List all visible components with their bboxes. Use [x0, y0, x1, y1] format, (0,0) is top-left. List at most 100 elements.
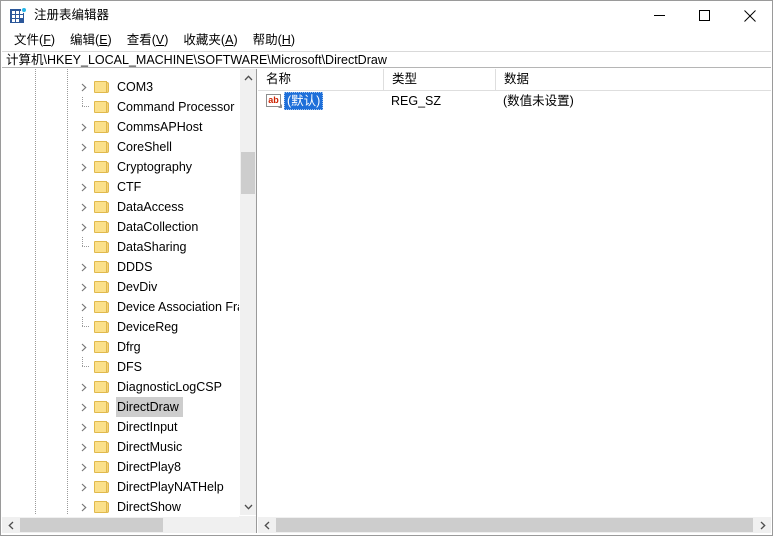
- menu-help-label: 帮助: [252, 33, 278, 47]
- tree-item-content: DirectPlayNATHelp: [74, 477, 228, 497]
- tree-item-cryptography[interactable]: Cryptography: [2, 157, 239, 177]
- tree-item-label: CoreShell: [117, 140, 172, 154]
- tree-item-label: DiagnosticLogCSP: [117, 380, 222, 394]
- folder-icon: [94, 140, 110, 154]
- tree-item-content: COM3: [74, 77, 157, 97]
- values-horizontal-scrollbar[interactable]: [258, 516, 771, 533]
- values-column-header: 名称 类型 数据: [258, 69, 771, 91]
- tree-item-content: CTF: [74, 177, 145, 197]
- tree-item-dataaccess[interactable]: DataAccess: [2, 197, 239, 217]
- menu-file-accel: F: [43, 33, 51, 47]
- tree-item-content: DirectInput: [74, 417, 181, 437]
- tree-vertical-scrollbar[interactable]: [239, 69, 256, 515]
- folder-icon: [94, 80, 110, 94]
- column-header-type[interactable]: 类型: [384, 69, 496, 90]
- menu-view[interactable]: 查看(V): [120, 31, 177, 49]
- tree-item-directplaynathelp[interactable]: DirectPlayNATHelp: [2, 477, 239, 497]
- folder-icon: [94, 440, 110, 454]
- value-name[interactable]: (默认): [284, 92, 324, 110]
- tree-item-directinput[interactable]: DirectInput: [2, 417, 239, 437]
- menu-edit[interactable]: 编辑(E): [63, 31, 120, 49]
- scroll-down-icon[interactable]: [240, 498, 256, 515]
- scroll-up-icon[interactable]: [240, 69, 256, 86]
- tree-item-label: CommsAPHost: [117, 120, 203, 134]
- tree-item-label: DirectShow: [117, 500, 181, 514]
- tree-item-content: Command Processor: [74, 97, 238, 117]
- menu-favorites-accel: A: [225, 33, 234, 47]
- menu-favorites-label: 收藏夹: [183, 33, 221, 47]
- menu-view-label: 查看: [126, 33, 152, 47]
- maximize-button[interactable]: [682, 1, 727, 30]
- folder-icon: [94, 120, 110, 134]
- menu-view-accel: V: [155, 33, 165, 47]
- tree-item-datasharing[interactable]: DataSharing: [2, 237, 239, 257]
- folder-icon: [94, 180, 110, 194]
- tree-item-content: CoreShell: [74, 137, 176, 157]
- folder-icon: [94, 240, 110, 254]
- tree-item-ddds[interactable]: DDDS: [2, 257, 239, 277]
- tree-item-ctf[interactable]: CTF: [2, 177, 239, 197]
- values-hscroll-thumb[interactable]: [276, 518, 753, 532]
- menu-favorites[interactable]: 收藏夹(A): [176, 31, 245, 49]
- tree-item-devdiv[interactable]: DevDiv: [2, 277, 239, 297]
- folder-icon: [94, 340, 110, 354]
- scroll-left-icon[interactable]: [2, 517, 19, 533]
- registry-values-pane: 名称 类型 数据 ab (默认) REG_SZ (数值未设置): [258, 69, 771, 533]
- tree-item-datacollection[interactable]: DataCollection: [2, 217, 239, 237]
- tree-item-label: DirectPlay8: [117, 460, 181, 474]
- minimize-button[interactable]: [637, 1, 682, 30]
- tree-item-label: DataAccess: [117, 200, 184, 214]
- column-header-name[interactable]: 名称: [258, 69, 384, 90]
- tree-item-commsaphost[interactable]: CommsAPHost: [2, 117, 239, 137]
- tree-item-label: DevDiv: [117, 280, 158, 294]
- tree-item-directshow[interactable]: DirectShow: [2, 497, 239, 515]
- tree-item-content: DirectMusic: [74, 437, 186, 457]
- tree-item-label: DirectPlayNATHelp: [117, 480, 224, 494]
- tree-item-content: Dfrg: [74, 337, 145, 357]
- scroll-right-icon[interactable]: [754, 517, 771, 533]
- menu-file[interactable]: 文件(F): [7, 31, 63, 49]
- tree-item-devicereg[interactable]: DeviceReg: [2, 317, 239, 337]
- tree-hscroll-thumb[interactable]: [20, 518, 163, 532]
- tree-item-content: CommsAPHost: [74, 117, 206, 137]
- close-button[interactable]: [727, 1, 772, 30]
- title-bar: 注册表编辑器: [1, 1, 772, 30]
- tree-item-label: DFS: [117, 360, 142, 374]
- address-bar[interactable]: 计算机\HKEY_LOCAL_MACHINE\SOFTWARE\Microsof…: [2, 51, 771, 68]
- tree-item-dfrg[interactable]: Dfrg: [2, 337, 239, 357]
- tree-scroll-corner: [239, 516, 256, 533]
- folder-icon: [94, 380, 110, 394]
- tree-horizontal-scrollbar[interactable]: [2, 516, 256, 533]
- tree-item-content: DirectPlay8: [74, 457, 185, 477]
- tree-item-coreshell[interactable]: CoreShell: [2, 137, 239, 157]
- column-header-data[interactable]: 数据: [496, 69, 771, 90]
- tree-item-device-association-fra[interactable]: Device Association Fra: [2, 297, 239, 317]
- menu-file-label: 文件: [14, 33, 40, 47]
- value-row[interactable]: ab (默认) REG_SZ (数值未设置): [258, 91, 771, 111]
- tree-item-command-processor[interactable]: Command Processor: [2, 97, 239, 117]
- tree-item-diagnosticlogcsp[interactable]: DiagnosticLogCSP: [2, 377, 239, 397]
- tree-item-directmusic[interactable]: DirectMusic: [2, 437, 239, 457]
- scroll-left-icon[interactable]: [258, 517, 275, 533]
- address-path: 计算机\HKEY_LOCAL_MACHINE\SOFTWARE\Microsof…: [6, 52, 387, 67]
- string-value-icon: ab: [266, 94, 282, 108]
- main-content: COM3 Command Processor CommsAPHost CoreShel…: [1, 69, 772, 535]
- value-type: REG_SZ: [391, 94, 442, 108]
- tree-scroll-thumb[interactable]: [241, 152, 255, 194]
- registry-editor-icon: [10, 6, 27, 24]
- folder-icon: [94, 500, 110, 514]
- tree-item-dfs[interactable]: DFS: [2, 357, 239, 377]
- caption-buttons: [637, 1, 772, 30]
- tree-item-label: Cryptography: [117, 160, 193, 174]
- tree-item-content: DataCollection: [74, 217, 202, 237]
- values-hscroll-wrap: [258, 516, 771, 533]
- folder-icon: [94, 480, 110, 494]
- tree-item-com3[interactable]: COM3: [2, 77, 239, 97]
- tree-item-directdraw[interactable]: DirectDraw: [2, 397, 239, 417]
- registry-tree[interactable]: COM3 Command Processor CommsAPHost CoreShel…: [2, 69, 239, 515]
- folder-icon: [94, 300, 110, 314]
- tree-item-content: Cryptography: [74, 157, 196, 177]
- tree-item-directplay8[interactable]: DirectPlay8: [2, 457, 239, 477]
- menu-help[interactable]: 帮助(H): [246, 31, 303, 49]
- values-list[interactable]: ab (默认) REG_SZ (数值未设置): [258, 91, 771, 516]
